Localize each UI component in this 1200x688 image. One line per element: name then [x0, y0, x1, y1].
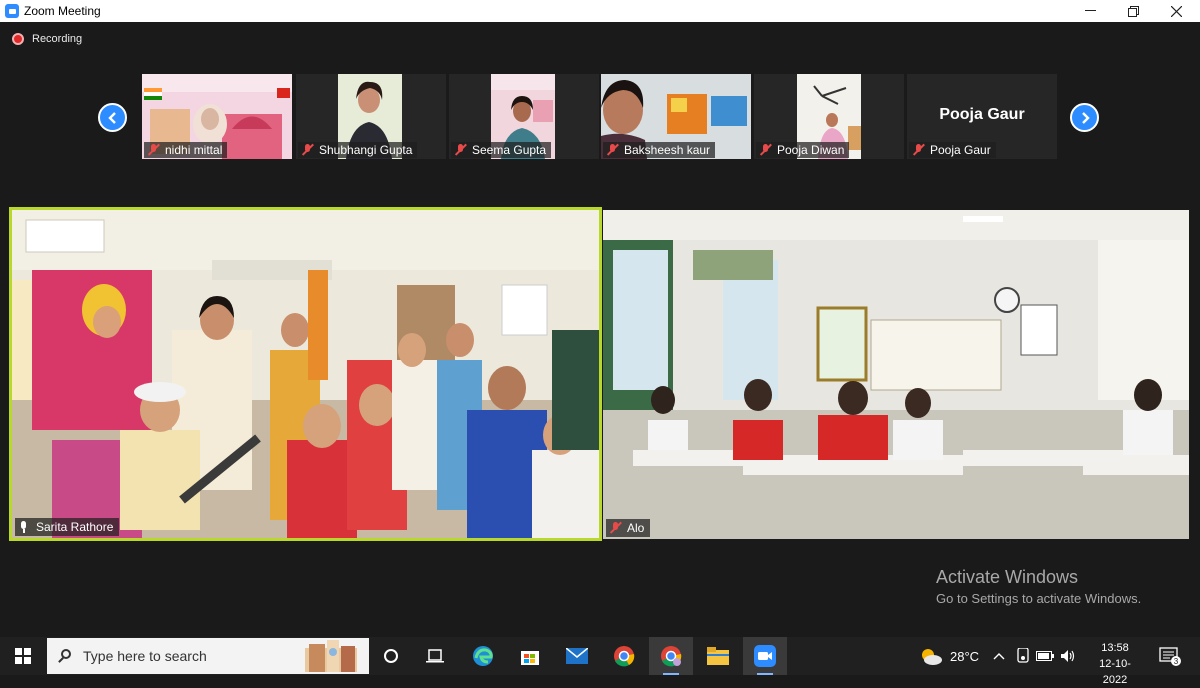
windows-logo-icon [15, 648, 31, 664]
participant-name-large: Alo [627, 521, 645, 535]
participant-name: Pooja Gaur [930, 143, 991, 157]
recording-indicator[interactable]: Recording [12, 33, 82, 45]
participant-namebar: nidhi mittal [144, 142, 228, 158]
mic-muted-icon [759, 143, 772, 156]
next-page-button[interactable] [1070, 103, 1099, 132]
participant-tile[interactable]: nidhi mittal [142, 74, 292, 159]
participant-name: nidhi mittal [165, 143, 223, 157]
mic-muted-icon [147, 143, 160, 156]
participant-tile[interactable]: Baksheesh kaur [601, 74, 751, 159]
speaker-namebar: Sarita Rathore [15, 518, 120, 536]
edge-browser-icon[interactable] [461, 637, 505, 675]
chevron-right-icon [1081, 111, 1090, 124]
system-clock[interactable]: 13:58 12-10-2022 [1090, 640, 1140, 688]
mic-muted-icon [912, 143, 925, 156]
minimize-button[interactable] [1070, 0, 1110, 22]
search-highlight-icon [305, 640, 357, 672]
participant-namebar: Shubhangi Gupta [298, 142, 418, 158]
close-button[interactable] [1156, 0, 1196, 22]
mic-muted-icon [609, 521, 622, 534]
file-explorer-icon[interactable] [696, 637, 740, 675]
cortana-icon[interactable] [369, 637, 413, 675]
participant-namebar: Seema Gupta [451, 142, 552, 158]
weather-temperature[interactable]: 28°C [950, 637, 979, 675]
participant-video-large[interactable]: Alo [603, 210, 1189, 539]
participant-video-off-name: Pooja Gaur [939, 106, 1025, 123]
mic-muted-icon [606, 143, 619, 156]
chrome-profile-icon[interactable] [649, 637, 693, 675]
participant-name: Pooja Diwan [777, 143, 845, 157]
participant-name: Baksheesh kaur [624, 143, 711, 157]
participant-namebar-large: Alo [606, 519, 651, 537]
chevron-up-icon[interactable] [988, 637, 1010, 675]
participant-tile[interactable]: Shubhangi Gupta [296, 74, 446, 159]
mic-icon [19, 521, 29, 533]
mic-muted-icon [454, 143, 467, 156]
meet-now-icon[interactable] [1012, 637, 1034, 675]
recording-icon [12, 33, 24, 45]
search-icon [58, 649, 72, 663]
notification-center-icon[interactable]: 3 [1150, 637, 1190, 675]
battery-icon[interactable] [1034, 637, 1056, 675]
recording-label: Recording [32, 33, 83, 45]
notification-count: 3 [1174, 657, 1179, 666]
activate-windows-subtitle: Go to Settings to activate Windows. [936, 591, 1142, 606]
participant-tile[interactable]: Pooja Diwan [754, 74, 904, 159]
activate-windows-watermark: Activate Windows Go to Settings to activ… [936, 567, 1141, 606]
participant-namebar: Pooja Diwan [756, 142, 850, 158]
microsoft-store-icon[interactable] [508, 637, 552, 675]
speaker-video-feed [12, 210, 599, 538]
clock-time: 13:58 [1101, 642, 1129, 654]
participant-video-feed [603, 210, 1189, 539]
active-speaker-video[interactable]: Sarita Rathore [9, 207, 602, 541]
participant-tile[interactable]: Pooja Gaur Pooja Gaur [907, 74, 1057, 159]
volume-icon[interactable] [1057, 637, 1079, 675]
zoom-app-icon [5, 4, 19, 18]
start-button[interactable] [0, 637, 46, 675]
participant-name: Shubhangi Gupta [319, 143, 413, 157]
title-bar: Zoom Meeting [0, 0, 1200, 22]
window-title: Zoom Meeting [24, 4, 101, 18]
previous-page-button[interactable] [98, 103, 127, 132]
search-placeholder: Type here to search [83, 648, 207, 664]
participant-tile[interactable]: Seema Gupta [449, 74, 599, 159]
activate-windows-title: Activate Windows [936, 567, 1079, 587]
speaker-name: Sarita Rathore [36, 520, 114, 534]
task-view-icon[interactable] [413, 637, 457, 675]
chrome-icon[interactable] [602, 637, 646, 675]
participant-name: Seema Gupta [472, 143, 547, 157]
chevron-left-icon [107, 111, 116, 124]
participant-namebar: Pooja Gaur [909, 142, 996, 158]
zoom-window: Zoom Meeting Recording nidhi mittal Shub… [0, 0, 1200, 637]
restore-button[interactable] [1113, 0, 1153, 22]
clock-date: 12-10-2022 [1099, 658, 1131, 686]
taskbar-search[interactable]: Type here to search [47, 638, 369, 674]
mic-muted-icon [301, 143, 314, 156]
zoom-taskbar-icon[interactable] [743, 637, 787, 675]
weather-icon[interactable] [914, 637, 948, 675]
mail-icon[interactable] [555, 637, 599, 675]
participant-namebar: Baksheesh kaur [603, 142, 716, 158]
